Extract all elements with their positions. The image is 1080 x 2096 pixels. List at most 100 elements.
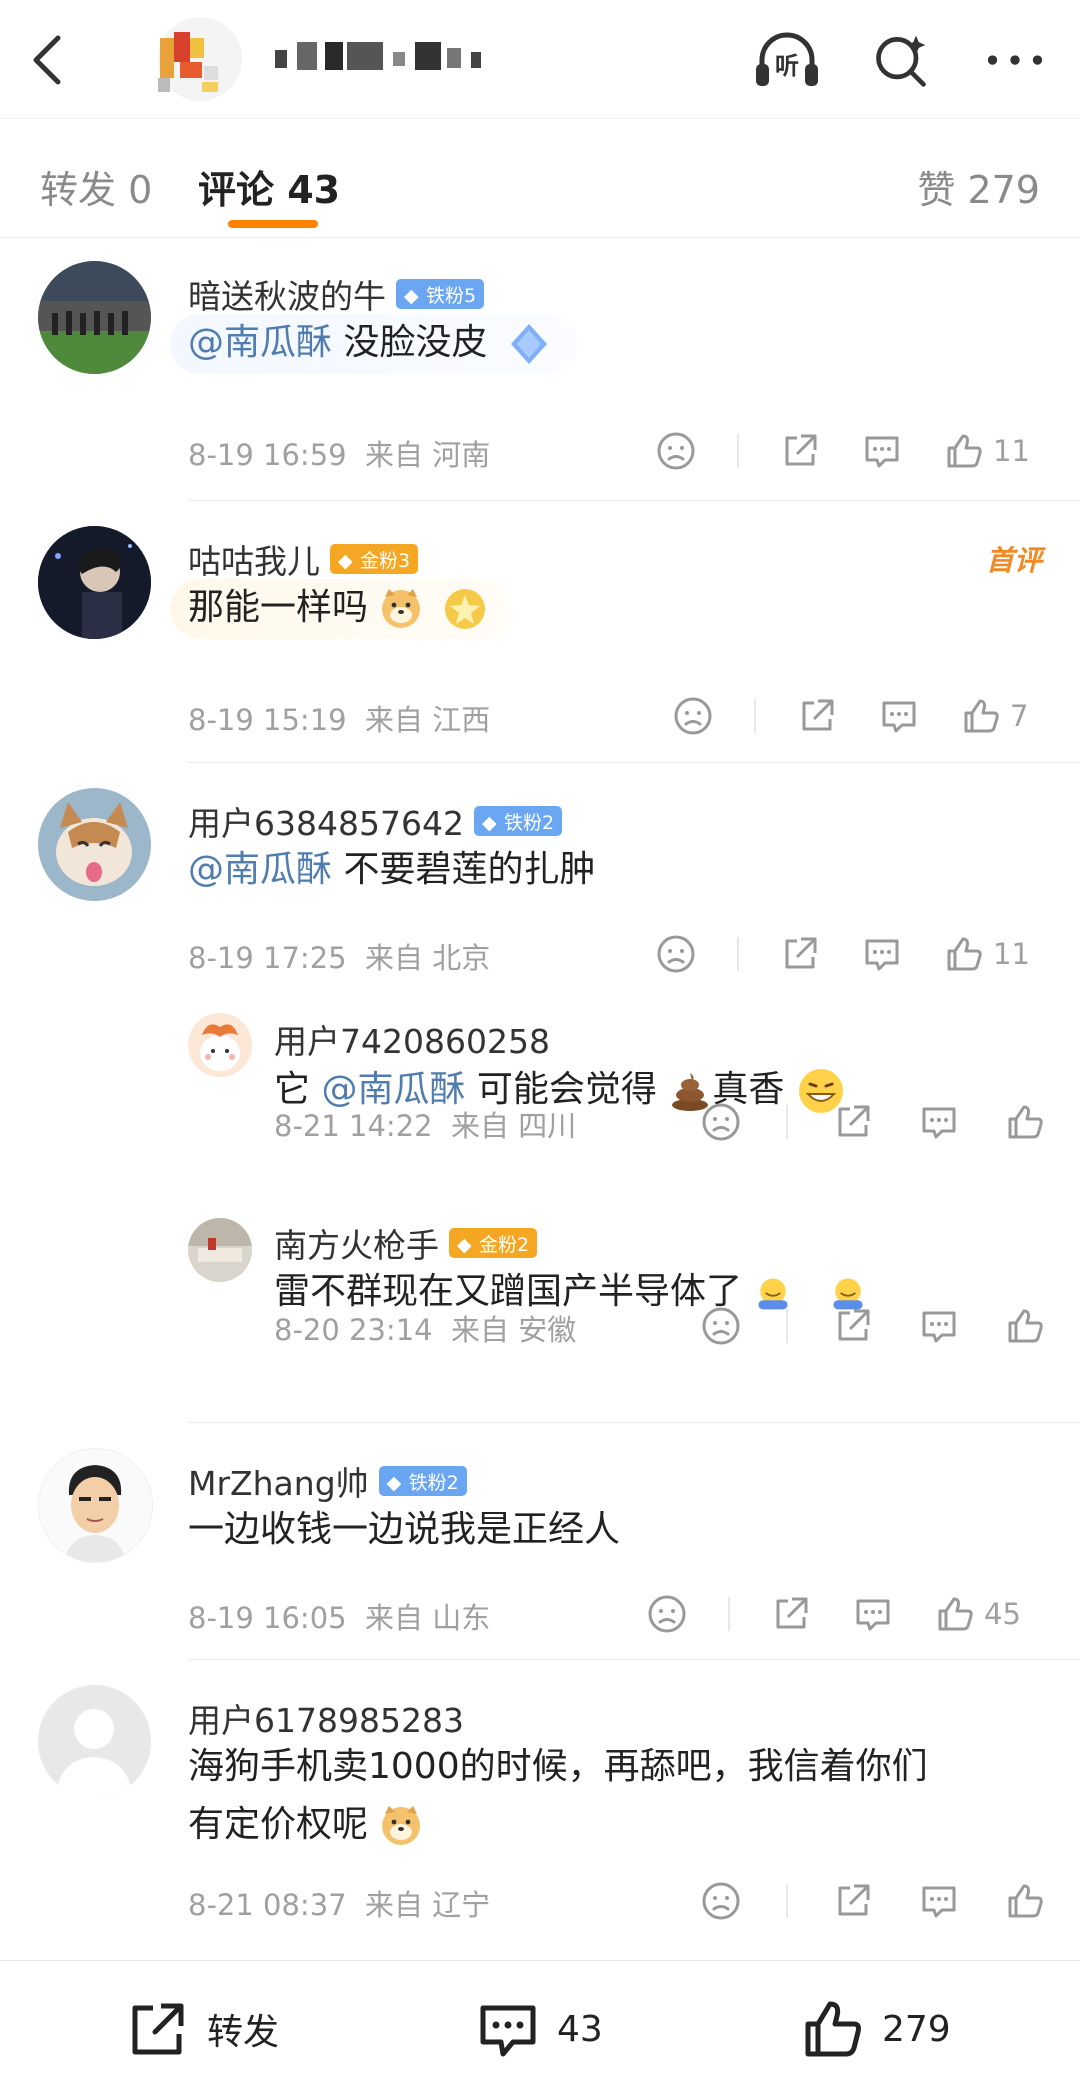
comment-meta: 8-19 16:05 来自 山东 [188,1595,490,1637]
username-text[interactable]: 暗送秋波的牛 [188,270,386,318]
account-name-obscured [275,42,515,76]
username-text[interactable]: 用户6178985283 [188,1694,464,1742]
dislike-face-icon[interactable] [655,426,697,476]
like-button[interactable]: 11 [943,426,1030,476]
like-count: 7 [1010,699,1029,733]
share-icon[interactable] [832,1301,874,1351]
comment-button[interactable]: 43 [475,1996,603,2062]
thumbs-up-icon [964,699,999,733]
mention-link[interactable]: @南瓜酥 [188,322,332,363]
repost-button[interactable]: 转发 [125,1996,279,2062]
reply-username[interactable]: 用户7420860258 [274,1015,550,1063]
back-icon[interactable] [28,30,68,90]
reply-icon[interactable] [918,1876,960,1926]
account-avatar[interactable] [140,14,250,108]
comment-username[interactable]: 用户6178985283 [188,1694,464,1742]
badge-label: 铁粉2 [408,1471,459,1494]
dislike-face-icon[interactable] [646,1589,688,1639]
dislike-face-icon[interactable] [700,1876,742,1926]
username-text[interactable]: 咕咕我儿 [188,535,320,583]
thumbs-up-icon [1008,1105,1043,1139]
share-icon[interactable] [779,929,821,979]
location: 来自 北京 [365,941,491,975]
badge-label: 铁粉2 [503,811,555,834]
divider [728,1597,730,1631]
avatar[interactable] [38,788,151,901]
thumbs-up-icon [947,434,982,468]
reply-body: 雷不群现在又蹭国产半导体了 [274,1271,743,1312]
like-button[interactable]: 7 [960,691,1028,741]
like-button[interactable] [1004,1097,1046,1147]
comment-body: 不要碧莲的扎肿 [332,849,596,890]
listen-button[interactable]: 听 [752,28,822,92]
dislike-face-icon[interactable] [655,929,697,979]
location: 来自 江西 [365,703,491,737]
avatar[interactable] [38,526,151,639]
thumbs-up-icon [938,1597,973,1631]
reply-icon[interactable] [918,1097,960,1147]
badge-label: 金粉3 [360,549,411,572]
repost-icon [132,2003,184,2055]
comment-username[interactable]: 咕咕我儿 ◆ 金粉3 [188,535,419,583]
comment-item: 用户6384857642 ◆ 铁粉2 @南瓜酥 不要碧莲的扎肿 8-19 17:2… [0,763,1080,1423]
comment-meta: 8-19 15:19 来自 江西 [188,697,490,739]
username-text[interactable]: MrZhang帅 [188,1457,369,1505]
username-text[interactable]: 用户7420860258 [274,1015,550,1063]
like-button[interactable] [1004,1301,1046,1351]
username-text[interactable]: 用户6384857642 [188,797,464,845]
mention-link[interactable]: @南瓜酥 [188,849,332,890]
comment-item: MrZhang帅 ◆ 铁粉2 一边收钱一边说我是正经人 8-19 16:05 来自… [0,1423,1080,1660]
reply-icon[interactable] [878,691,920,741]
comment-username[interactable]: 用户6384857642 ◆ 铁粉2 [188,797,563,845]
comment-item: 暗送秋波的牛 ◆ 铁粉5 @南瓜酥 没脸没皮 8-19 16:59 来自 河南 1… [0,236,1080,501]
search-icon[interactable] [866,28,936,92]
like-count: 279 [882,2008,951,2050]
divider [786,1884,788,1918]
timestamp: 8-20 23:14 [274,1313,433,1347]
reply-icon[interactable] [861,929,903,979]
share-icon[interactable] [779,426,821,476]
reply-avatar[interactable] [188,1013,252,1077]
avatar[interactable] [38,1448,153,1563]
comment-icon [480,2005,536,2057]
comment-meta: 8-19 16:59 来自 河南 [188,432,490,474]
reply-meta: 8-20 23:14 来自 安徽 [274,1307,576,1349]
comment-text: @南瓜酥 不要碧莲的扎肿 [188,841,595,899]
comment-actions [700,1876,1046,1926]
tab-comments[interactable]: 评论 43 [198,159,340,214]
location: 来自 山东 [365,1601,491,1635]
diamond-decoration-icon [510,324,547,364]
more-icon[interactable] [980,28,1050,92]
like-post-button[interactable]: 279 [800,1996,951,2062]
reply-username[interactable]: 南方火枪手 ◆ 金粉2 [274,1219,538,1267]
reply-icon[interactable] [861,426,903,476]
reply-meta: 8-21 14:22 来自 四川 [274,1103,576,1145]
share-icon[interactable] [832,1876,874,1926]
dislike-face-icon[interactable] [700,1301,742,1351]
username-text[interactable]: 南方火枪手 [274,1219,439,1267]
share-icon[interactable] [796,691,838,741]
comment-username[interactable]: MrZhang帅 ◆ 铁粉2 [188,1457,467,1505]
avatar[interactable] [38,1685,151,1798]
tab-repost[interactable]: 转发 0 [40,159,152,214]
dislike-face-icon[interactable] [700,1097,742,1147]
like-button[interactable]: 45 [934,1589,1021,1639]
comment-text: 一边收钱一边说我是正经人 [188,1501,620,1559]
share-icon[interactable] [832,1097,874,1147]
comment-meta: 8-19 17:25 来自 北京 [188,935,490,977]
tab-likes[interactable]: 赞 279 [917,159,1040,214]
share-icon[interactable] [770,1589,812,1639]
like-button[interactable]: 11 [943,929,1030,979]
comment-body: 一边收钱一边说我是正经人 [188,1509,621,1550]
comment-actions: 11 [655,929,1030,979]
reply-avatar[interactable] [188,1218,252,1282]
comment-username[interactable]: 暗送秋波的牛 ◆ 铁粉5 [188,270,485,318]
fan-badge: ◆ 铁粉5 [396,279,485,309]
like-button[interactable] [1004,1876,1046,1926]
reply-icon[interactable] [852,1589,894,1639]
dislike-face-icon[interactable] [672,691,714,741]
tab-active-indicator [228,220,318,228]
divider [786,1105,788,1139]
reply-icon[interactable] [918,1301,960,1351]
avatar[interactable] [38,261,151,374]
